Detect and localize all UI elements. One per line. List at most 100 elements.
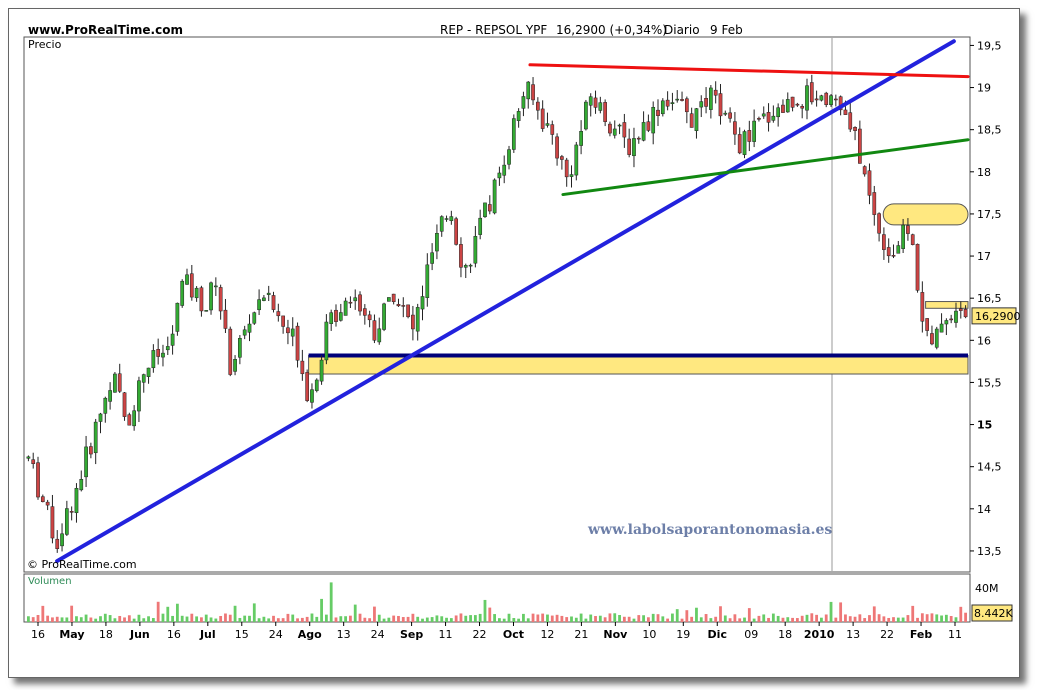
candle-body [334,309,338,322]
volume-bar [594,616,597,622]
volume-bar [608,613,612,622]
x-tick-label: 16 [167,628,181,641]
candle-body [511,118,516,150]
candle-body [314,379,319,391]
volume-bar [228,614,232,622]
volume-bar [498,618,501,622]
candle-body [598,102,603,111]
x-tick-label: 11 [439,628,453,641]
level-box [925,301,969,309]
volume-bar [824,614,828,622]
volume-bar [430,617,434,622]
volume-bar [872,606,876,622]
volume-bar [896,617,900,622]
volume-bar [613,613,617,622]
volume-bar [920,613,924,622]
candle-body [752,120,756,142]
y-tick-label: 15 [977,419,992,432]
candle-body [478,217,483,235]
candle-body [949,318,954,321]
volume-bar [526,618,530,622]
candle-body [290,328,295,337]
volume-bar [305,616,309,622]
volume-bar [805,614,809,622]
period-label: Diario [664,23,700,37]
candle-body [862,166,867,175]
candle-body [713,89,718,96]
candle-body [113,373,117,393]
volume-bar [834,617,838,622]
candle-body [430,252,434,264]
candle-body [45,501,50,506]
x-tick-label: Jul [199,628,216,641]
volume-bar [89,617,93,622]
candle-body [896,245,901,254]
volume-bar [574,617,578,622]
candle-body [74,488,79,514]
candle-body [747,130,752,142]
x-tick-label: May [59,628,84,641]
candle-body [569,174,574,177]
volume-bar [99,616,102,622]
candle-body [545,123,550,126]
candle-body [603,102,607,122]
candle-body [694,108,699,131]
candle-body [588,96,593,106]
candle-body [300,360,305,375]
candle-body [531,84,535,101]
candle-body [584,101,588,130]
candle-body [516,111,521,121]
x-tick-label: Oct [503,628,524,641]
volume-panel[interactable] [23,573,971,623]
volume-bar [877,614,881,622]
volume-bar [36,615,40,622]
candle-body [218,287,223,312]
volume-bar [959,606,963,622]
volume-bar [550,615,554,622]
candle-body [670,102,675,105]
candle-body [507,149,511,165]
candle-body [891,255,896,257]
x-tick-label: 22 [473,628,487,641]
candle-body [526,81,531,100]
volume-bar [425,617,429,622]
y-tick-label: 18 [977,166,991,179]
candle-body [925,318,929,331]
volume-bar [401,617,405,622]
candle-body [89,446,93,455]
candle-body [718,93,723,117]
candle-body [920,292,925,322]
volume-bar [382,618,386,622]
x-tick-label: Nov [603,628,628,641]
last-price-value: 16,2900 [975,310,1021,323]
candle-body [50,506,55,539]
site-label[interactable]: www.ProRealTime.com [28,23,183,37]
candle-body [286,327,290,334]
candle-body [387,297,391,302]
volume-bar [675,609,679,622]
candle-body [257,299,261,311]
candle-body [194,287,199,299]
volume-bar [695,607,698,622]
volume-bar [954,617,958,622]
candle-body [108,390,112,402]
candle-body [396,304,401,307]
candle-body [761,113,766,117]
volume-bar [46,615,50,622]
candle-body [454,218,458,245]
candle-body [353,297,358,302]
volume-bar [704,614,708,622]
candle-body [103,397,108,414]
candle-body [487,204,492,212]
volume-bar [70,605,74,622]
volume-bar [930,613,934,622]
volume-bar [916,617,919,622]
volume-bar [132,618,136,622]
volume-bar [685,610,689,622]
y-tick-label: 14,5 [977,461,1002,474]
volume-bar [541,613,545,622]
x-tick-label: 22 [880,628,894,641]
volume-bar [449,618,453,622]
candle-body [483,202,487,218]
candle-body [641,122,646,141]
